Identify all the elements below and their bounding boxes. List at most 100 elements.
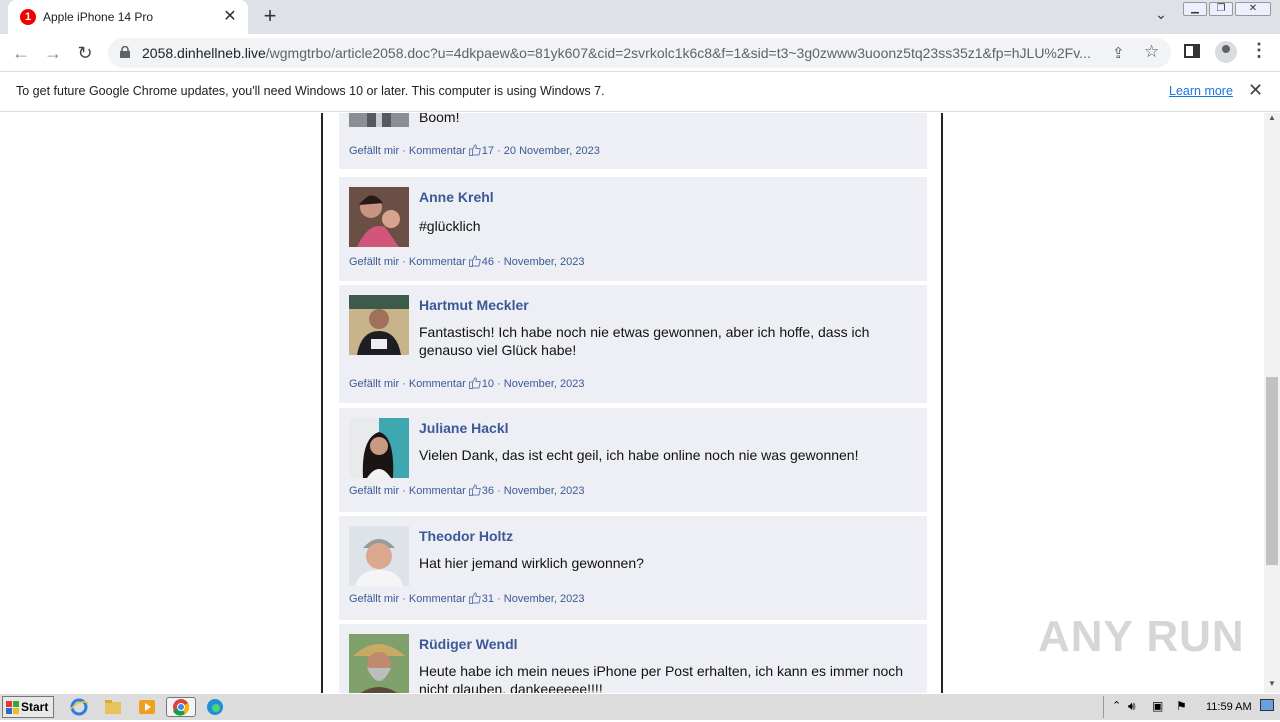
comment-actions: Gefällt mir · Kommentar 46 · November, 20… [349,255,585,268]
avatar [349,187,409,247]
internet-explorer-icon[interactable] [68,697,90,717]
thumbs-up-icon [468,255,481,267]
tray-expand-icon[interactable]: ⌃ [1112,699,1121,712]
volume-icon[interactable]: 🔊︎ [1128,699,1136,714]
start-label: Start [21,700,49,714]
comment-item: Hartmut Meckler Fantastisch! Ich habe no… [339,285,927,403]
commenter-name[interactable]: Juliane Hackl [419,420,509,436]
comment-text: Hat hier jemand wirklich gewonnen? [419,555,644,571]
url-host: 2058.dinhellneb.live [142,45,266,61]
like-count: 36 [481,485,495,497]
scroll-down-arrow-icon[interactable]: ▼ [1264,679,1280,693]
chrome-taskbar-icon[interactable] [166,697,196,717]
commenter-name[interactable]: Anne Krehl [419,189,494,205]
tab-search-chevron-icon[interactable]: ⌄ [1150,6,1172,28]
comment-actions: Gefällt mir · Kommentar 10 · November, 20… [349,377,585,390]
reload-icon[interactable]: ↻ [72,40,98,66]
scrollbar-thumb[interactable] [1266,377,1278,565]
comment-actions: Gefällt mir · Kommentar 36 · November, 20… [349,484,585,497]
separator: · [494,256,504,268]
file-explorer-icon[interactable] [102,697,124,717]
restore-button[interactable]: ❐ [1209,2,1233,16]
like-count: 31 [481,593,495,605]
page-scrollbar[interactable]: ▲ ▼ [1264,113,1280,693]
like-link[interactable]: Gefällt mir [349,593,399,605]
avatar [349,634,409,693]
share-icon[interactable]: ⇪ [1112,44,1125,62]
minimize-button[interactable]: ▁ [1183,2,1207,16]
separator: · [494,485,504,497]
comment-link[interactable]: Kommentar [409,145,466,157]
comment-item: Juliane Hackl Vielen Dank, das ist echt … [339,408,927,512]
separator: · [494,145,504,157]
bookmark-star-icon[interactable]: ☆ [1144,42,1159,62]
like-link[interactable]: Gefällt mir [349,378,399,390]
address-bar[interactable]: 2058.dinhellneb.live/wgmgtrbo/article205… [108,38,1171,68]
comment-actions: Gefällt mir · Kommentar 17 · 20 November,… [349,144,600,157]
avatar [349,113,409,127]
back-arrow-icon[interactable]: ← [8,40,34,66]
side-panel-icon[interactable] [1184,44,1200,58]
comment-item: Anne Krehl #glücklich Gefällt mir · Komm… [339,177,927,281]
like-count: 17 [481,145,495,157]
comment-date: 20 November, 2023 [503,145,600,157]
taskbar-clock[interactable]: 11:59 AM [1206,701,1252,713]
infobar-close-icon[interactable]: ✕ [1248,80,1263,101]
tab-favicon-icon: 1 [20,9,36,25]
separator: · [494,593,504,605]
like-link[interactable]: Gefällt mir [349,485,399,497]
commenter-name[interactable]: Theodor Holtz [419,528,513,544]
learn-more-link[interactable]: Learn more [1169,84,1233,98]
avatar [349,295,409,355]
edge-icon[interactable] [204,697,226,717]
kebab-menu-icon[interactable]: ⋮ [1250,40,1268,61]
comment-text: Fantastisch! Ich habe noch nie etwas gew… [419,324,870,358]
tab-title: Apple iPhone 14 Pro [43,10,154,24]
media-player-icon[interactable] [136,697,158,717]
comment-date: November, 2023 [503,593,585,605]
new-tab-button[interactable]: + [258,5,282,29]
comment-date: November, 2023 [503,378,585,390]
browser-tab[interactable]: 1 Apple iPhone 14 Pro ✕ [8,0,248,34]
tab-close-icon[interactable]: ✕ [220,7,240,27]
action-center-flag-icon[interactable]: ⚑ [1176,699,1187,713]
comment-link[interactable]: Kommentar [409,485,466,497]
browser-toolbar: ← → ↻ 2058.dinhellneb.live/wgmgtrbo/arti… [0,34,1280,72]
comment-link[interactable]: Kommentar [409,378,466,390]
forward-arrow-icon[interactable]: → [40,40,66,66]
start-button[interactable]: Start [2,696,54,718]
avatar [349,526,409,586]
commenter-name[interactable]: Rüdiger Wendl [419,636,518,652]
separator: · [399,378,409,390]
avatar [349,418,409,478]
windows-taskbar: Start ⌃ 🔊︎ ▣ ⚑ 11:59 AM [0,693,1280,720]
separator: · [399,485,409,497]
like-link[interactable]: Gefällt mir [349,256,399,268]
comment-date: November, 2023 [503,256,585,268]
like-link[interactable]: Gefällt mir [349,145,399,157]
comment-text: Heute habe ich mein neues iPhone per Pos… [419,663,904,693]
windows-logo-icon [6,701,19,714]
scroll-up-arrow-icon[interactable]: ▲ [1264,113,1280,127]
thumbs-up-icon [468,144,481,156]
network-icon[interactable]: ▣ [1152,699,1163,713]
comments-container: Boom! Gefällt mir · Kommentar 17 · 20 Nov… [321,113,943,693]
commenter-name[interactable]: Hartmut Meckler [419,297,529,313]
comment-item: Rüdiger Wendl Heute habe ich mein neues … [339,624,927,693]
comment-item: Boom! Gefällt mir · Kommentar 17 · 20 Nov… [339,113,927,169]
update-infobar: To get future Google Chrome updates, you… [0,72,1280,112]
comment-link[interactable]: Kommentar [409,256,466,268]
like-count: 10 [481,378,495,390]
profile-avatar-icon[interactable] [1215,41,1237,63]
page-viewport: Boom! Gefällt mir · Kommentar 17 · 20 Nov… [0,113,1264,693]
comment-link[interactable]: Kommentar [409,593,466,605]
window-close-button[interactable]: ✕ [1235,2,1271,16]
show-desktop-icon[interactable] [1260,699,1274,711]
tab-strip: 1 Apple iPhone 14 Pro ✕ + ⌄ ▁ ❐ ✕ [0,0,1280,34]
url-text: 2058.dinhellneb.live/wgmgtrbo/article205… [142,45,1091,61]
thumbs-up-icon [468,592,481,604]
thumbs-up-icon [468,377,481,389]
comment-text: #glücklich [419,218,481,234]
separator: · [399,593,409,605]
thumbs-up-icon [468,484,481,496]
